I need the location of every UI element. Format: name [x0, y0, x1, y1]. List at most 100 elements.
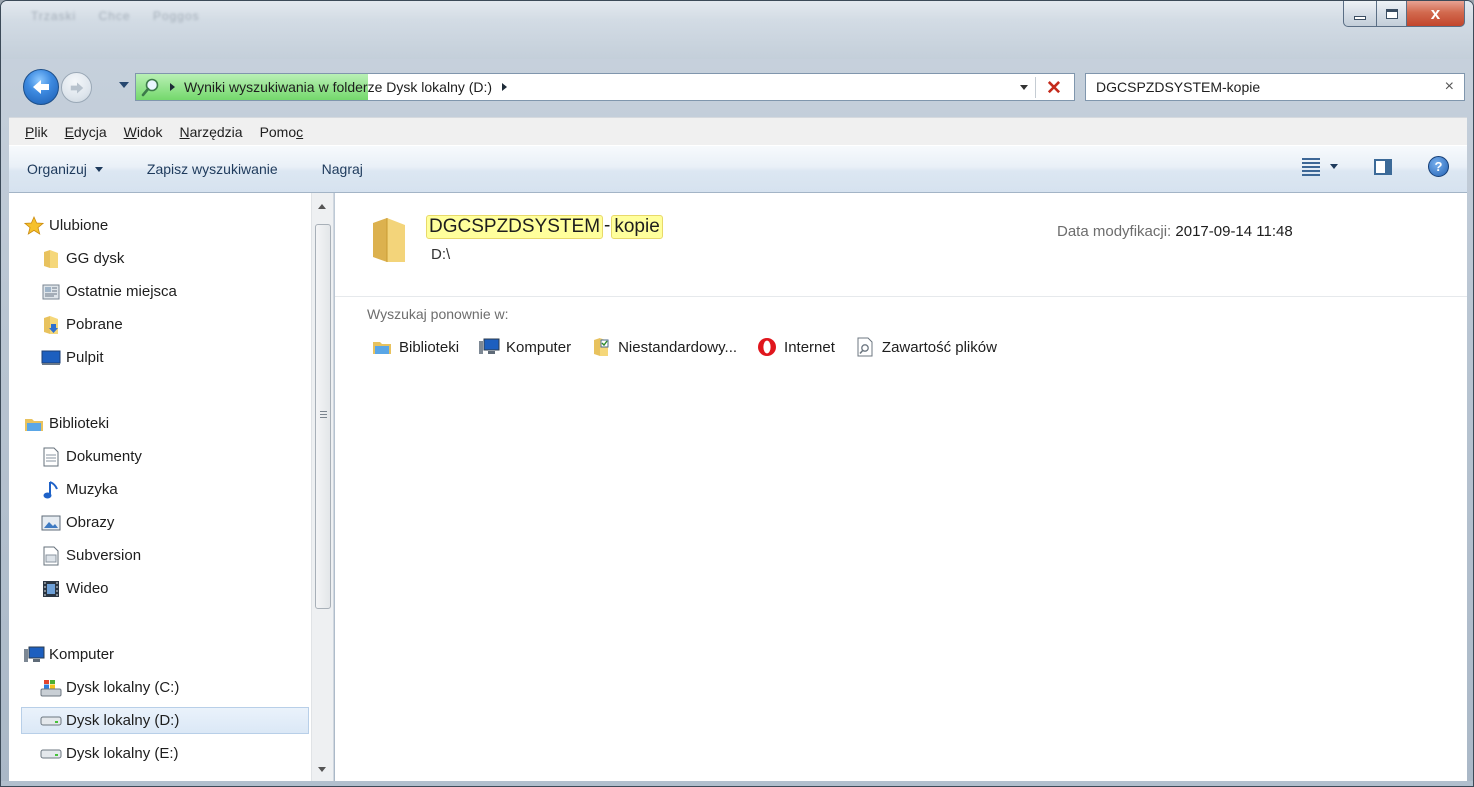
preview-pane-icon[interactable] — [1374, 158, 1392, 175]
search-again-options: Biblioteki Komputer Niestandardowy... In… — [371, 337, 1016, 357]
breadcrumb-search-results[interactable]: Wyniki wyszukiwania — [184, 79, 315, 95]
music-icon — [40, 480, 62, 500]
nav-label: Wideo — [66, 580, 109, 597]
minimize-button[interactable] — [1343, 1, 1377, 27]
blurred-word: Chce — [98, 9, 131, 23]
menu-label: dycja — [73, 123, 107, 140]
menu-widok[interactable]: Widok — [124, 124, 163, 140]
arrow-left-icon — [33, 80, 49, 94]
scroll-up-icon[interactable] — [318, 204, 326, 209]
maximize-button[interactable] — [1377, 1, 1407, 27]
subversion-icon — [40, 546, 62, 566]
menu-label: arzędzia — [189, 123, 243, 140]
option-label: Komputer — [506, 338, 572, 356]
option-label: Zawartość plików — [881, 338, 997, 356]
menu-accel: E — [64, 123, 74, 140]
chevron-down-icon[interactable] — [1330, 164, 1338, 169]
nav-recent-places[interactable]: Ostatnie miejsca — [9, 278, 309, 305]
option-label: Biblioteki — [399, 338, 460, 356]
option-label: Niestandardowy... — [618, 338, 738, 356]
search-again-internet[interactable]: Internet — [756, 337, 835, 357]
computer-icon — [478, 337, 500, 357]
custom-location-icon — [590, 337, 612, 357]
pictures-icon — [40, 513, 62, 533]
search-again-computer[interactable]: Komputer — [478, 337, 571, 357]
organize-button[interactable]: Organizuj — [27, 161, 103, 177]
search-result-item[interactable]: DGCSPZDSYSTEM - kopie D:\ Data modyfikacji… — [335, 193, 1467, 297]
opera-icon — [756, 337, 778, 357]
blurred-word: Trzaski — [31, 9, 77, 23]
menu-bar: Plik Edycja Widok Narzędzia Pomoc — [9, 117, 1467, 145]
system-drive-icon — [40, 678, 62, 698]
result-name-dash: - — [604, 215, 611, 236]
nav-drive-d[interactable]: Dysk lokalny (D:) — [21, 707, 309, 734]
close-icon: x — [1430, 3, 1441, 23]
computer-icon — [23, 645, 45, 665]
burn-button[interactable]: Nagraj — [322, 161, 363, 177]
clear-search-icon[interactable]: × — [1445, 78, 1454, 96]
blurred-word: Poggos — [152, 9, 200, 23]
change-view-icon[interactable] — [1302, 157, 1320, 176]
nav-label: Ulubione — [49, 217, 109, 234]
menu-pomoc[interactable]: Pomoc — [260, 124, 304, 140]
nav-gg-disk[interactable]: GG dysk — [9, 245, 309, 272]
nav-drive-e[interactable]: Dysk lokalny (E:) — [9, 740, 309, 767]
menu-edycja[interactable]: Edycja — [65, 124, 107, 140]
stop-search-button[interactable]: ✕ — [1042, 76, 1066, 100]
breadcrumb-arrow-icon[interactable] — [502, 83, 508, 91]
nav-favorites[interactable]: Ulubione — [9, 212, 309, 239]
address-history-dropdown[interactable] — [1020, 85, 1028, 90]
result-name[interactable]: DGCSPZDSYSTEM - kopie — [426, 215, 663, 239]
menu-plik[interactable]: Plik — [25, 124, 48, 140]
option-label: Internet — [784, 338, 835, 356]
nav-pictures[interactable]: Obrazy — [9, 509, 309, 536]
address-bar[interactable]: Wyniki wyszukiwania w folderze Dysk loka… — [135, 73, 1075, 101]
nav-scrollbar[interactable] — [311, 193, 333, 781]
save-search-button[interactable]: Zapisz wyszukiwanie — [147, 161, 278, 177]
drive-icon — [40, 711, 62, 731]
nav-computer[interactable]: Komputer — [9, 641, 309, 668]
scroll-thumb[interactable] — [315, 224, 331, 609]
recent-places-icon — [40, 282, 62, 302]
stop-icon: ✕ — [1046, 77, 1062, 99]
organize-label: Organizuj — [27, 161, 87, 177]
documents-icon — [40, 447, 62, 467]
nav-desktop[interactable]: Pulpit — [9, 344, 309, 371]
nav-label: Komputer — [49, 646, 115, 663]
libraries-icon — [371, 337, 393, 357]
nav-label: Subversion — [66, 547, 142, 564]
nav-downloads[interactable]: Pobrane — [9, 311, 309, 338]
search-again-custom[interactable]: Niestandardowy... — [590, 337, 737, 357]
caption-buttons: x — [1343, 1, 1465, 27]
nav-subversion[interactable]: Subversion — [9, 542, 309, 569]
search-again-libraries[interactable]: Biblioteki — [371, 337, 459, 357]
scroll-down-icon[interactable] — [318, 767, 326, 772]
nav-libraries[interactable]: Biblioteki — [9, 410, 309, 437]
forward-button[interactable] — [61, 72, 92, 103]
title-bar[interactable]: Trzaski Chce Poggos x — [1, 1, 1473, 59]
nav-video[interactable]: Wideo — [9, 575, 309, 602]
breadcrumb-arrow-icon[interactable] — [170, 83, 175, 91]
nav-label: Dokumenty — [66, 448, 142, 465]
arrow-right-icon — [70, 82, 83, 93]
back-button[interactable] — [23, 69, 59, 105]
video-icon — [40, 579, 62, 599]
nav-drive-c[interactable]: Dysk lokalny (C:) — [9, 674, 309, 701]
close-button[interactable]: x — [1407, 1, 1465, 27]
menu-accel: W — [123, 123, 137, 140]
search-input[interactable]: DGCSPZDSYSTEM-kopie × — [1085, 73, 1465, 101]
nav-music[interactable]: Muzyka — [9, 476, 309, 503]
recent-pages-dropdown[interactable] — [119, 82, 129, 88]
explorer-window: Trzaski Chce Poggos x Wyniki wyszukiwani… — [0, 0, 1474, 787]
navigation-pane: Ulubione GG dysk Ostatnie miejsca Pobran… — [9, 193, 334, 781]
help-icon[interactable]: ? — [1428, 156, 1449, 177]
date-label: Data modyfikacji: — [1057, 223, 1172, 240]
window-bottom-border — [1, 781, 1473, 786]
nav-documents[interactable]: Dokumenty — [9, 443, 309, 470]
breadcrumb-location[interactable]: w folderze Dysk lokalny (D:) — [319, 79, 493, 95]
search-match-highlight: DGCSPZDSYSTEM — [426, 215, 604, 239]
search-again-file-contents[interactable]: Zawartość plików — [854, 337, 997, 357]
nav-label: GG dysk — [66, 250, 125, 267]
nav-label: Ostatnie miejsca — [66, 283, 177, 300]
menu-narzedzia[interactable]: Narzędzia — [180, 124, 243, 140]
